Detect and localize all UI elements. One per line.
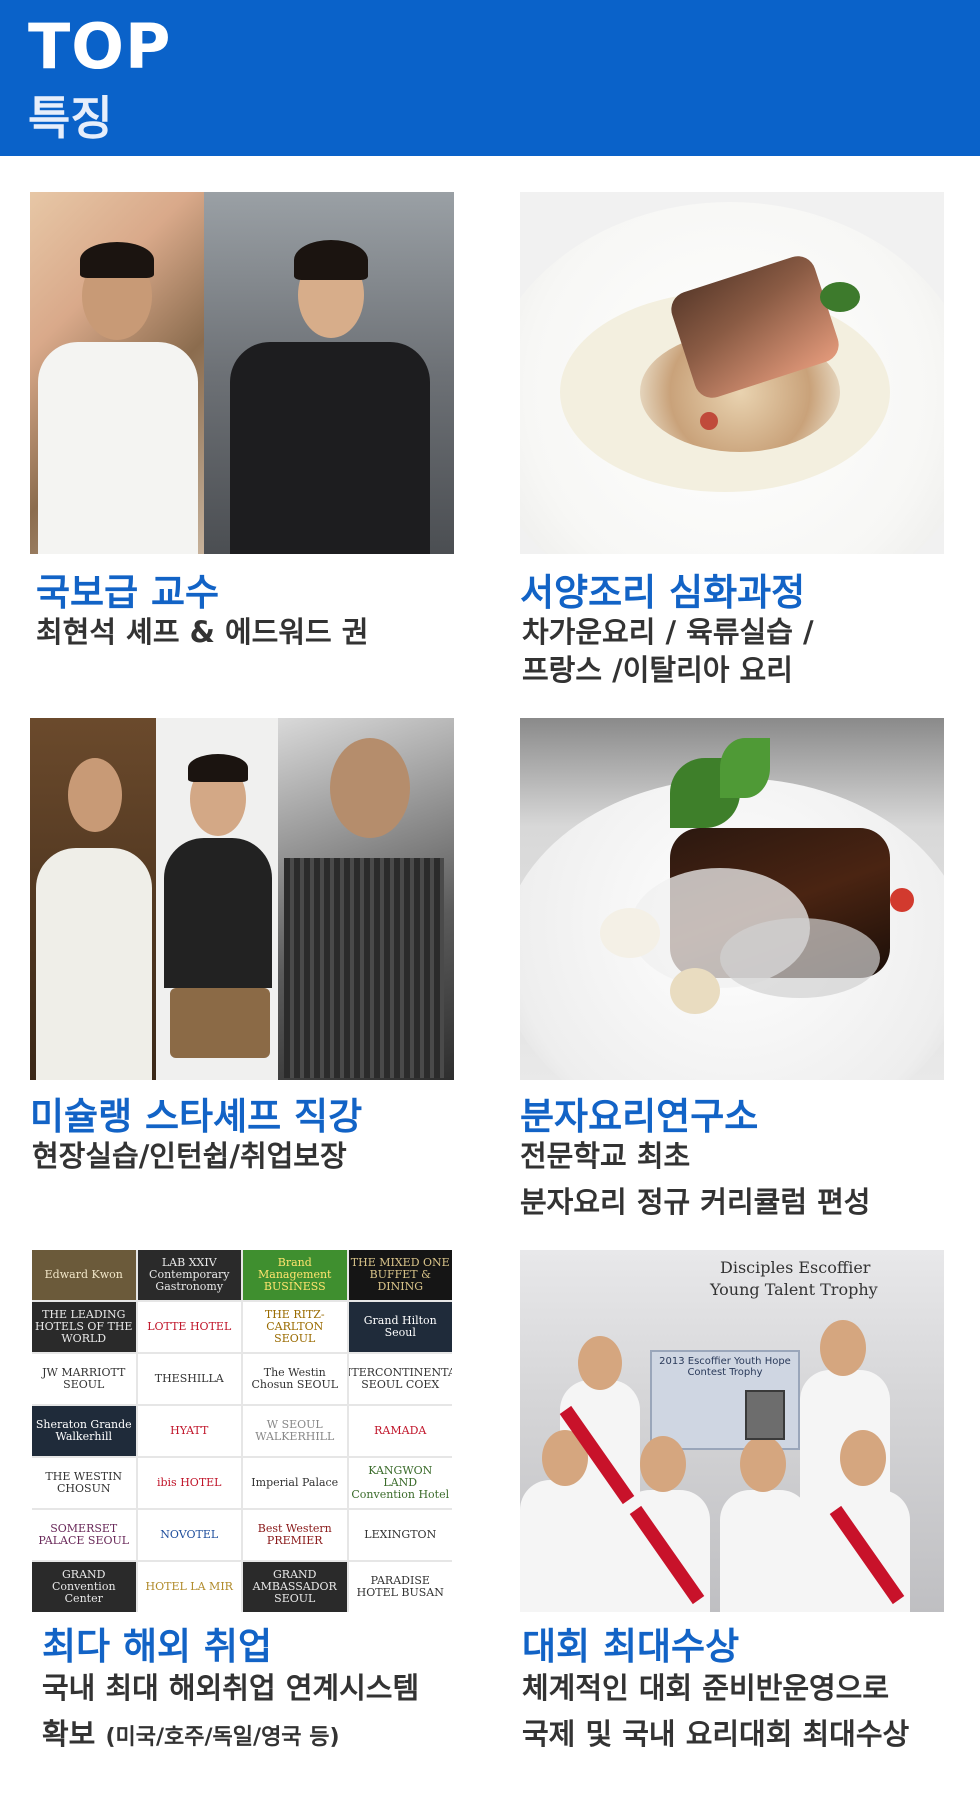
hotel-logo: NOVOTEL: [137, 1510, 241, 1560]
hotel-logo: THE LEADING HOTELS OF THE WORLD: [32, 1302, 136, 1352]
hotel-logo: HYATT: [137, 1406, 241, 1456]
photo-sign-text: Disciples Escoffier: [720, 1258, 871, 1277]
hotel-logo: GRAND Convention Center: [32, 1562, 136, 1612]
header-subtitle: 특징: [28, 91, 113, 145]
hotel-logo: LEXINGTON: [348, 1510, 452, 1560]
hotel-logo: THE RITZ-CARLTON SEOUL: [243, 1302, 347, 1352]
hotel-logo: The Westin Chosun SEOUL: [243, 1354, 347, 1404]
molecular-dish-photo: [520, 718, 944, 1080]
card-desc-line: 국제 및 국내 요리대회 최대수상: [522, 1717, 910, 1751]
hotel-logo: THESHILLA: [137, 1354, 241, 1404]
desc-countries: (미국/호주/독일/영국 등): [105, 1725, 340, 1750]
michelin-chefs-photo: [30, 718, 454, 1080]
hotel-logo: Best Western PREMIER: [243, 1510, 347, 1560]
page-header: TOP 특징: [0, 0, 980, 156]
hotel-logo: Grand Hilton Seoul: [348, 1302, 452, 1352]
card-desc-line: 확보 (미국/호주/독일/영국 등): [42, 1712, 340, 1760]
salmon-dish-photo: [520, 192, 944, 554]
hotel-logo: INTERCONTINENTAL SEOUL COEX: [348, 1354, 452, 1404]
competition-group-photo: Disciples Escoffier Young Talent Trophy …: [520, 1250, 944, 1612]
hotel-logo: GRAND AMBASSADOR SEOUL: [243, 1562, 347, 1612]
hotel-logo: W SEOUL WALKERHILL: [243, 1406, 347, 1456]
card-desc-line: 현장실습/인턴쉽/취업보장: [32, 1139, 347, 1173]
card-title: 최다 해외 취업: [42, 1625, 273, 1668]
hotel-logo: PARADISE HOTEL BUSAN: [348, 1562, 452, 1612]
hotel-logo: RAMADA: [348, 1406, 452, 1456]
hotel-logo: KANGWON LAND Convention Hotel: [348, 1458, 452, 1508]
hotel-logo: HOTEL LA MIR: [137, 1562, 241, 1612]
hotel-logo: LOTTE HOTEL: [137, 1302, 241, 1352]
hotel-logo: Brand Management BUSINESS: [243, 1250, 347, 1300]
header-title: TOP: [28, 10, 172, 83]
card-title: 분자요리연구소: [520, 1095, 759, 1138]
card-desc-line: 최현석 셰프 & 에드워드 권: [36, 615, 369, 649]
card-title: 국보급 교수: [36, 571, 220, 614]
chefs-photo: [30, 192, 454, 554]
card-title: 서양조리 심화과정: [520, 571, 806, 614]
hotel-logo: THE MIXED ONE BUFFET & DINING: [348, 1250, 452, 1300]
card-title: 미슐랭 스타셰프 직강: [30, 1095, 363, 1138]
hotel-logo: Imperial Palace: [243, 1458, 347, 1508]
hotel-logo: ibis HOTEL: [137, 1458, 241, 1508]
photo-sign-text: Young Talent Trophy: [710, 1280, 878, 1299]
hotel-logo: Edward Kwon: [32, 1250, 136, 1300]
hotel-logo: THE WESTIN CHOSUN: [32, 1458, 136, 1508]
card-title: 대회 최대수상: [522, 1625, 740, 1668]
hotel-logo: LAB XXIV Contemporary Gastronomy: [137, 1250, 241, 1300]
card-desc-line: 프랑스 /이탈리아 요리: [522, 653, 793, 687]
desc-main: 확보: [42, 1717, 106, 1751]
hotel-logo: SOMERSET PALACE SEOUL: [32, 1510, 136, 1560]
hotel-logo: Sheraton Grande Walkerhill: [32, 1406, 136, 1456]
hotel-logo: JW MARRIOTT SEOUL: [32, 1354, 136, 1404]
card-desc-line: 전문학교 최초: [520, 1139, 691, 1173]
card-desc-line: 체계적인 대회 준비반운영으로: [522, 1671, 890, 1705]
card-desc-line: 국내 최대 해외취업 연계시스템: [42, 1671, 420, 1705]
card-desc-line: 분자요리 정규 커리큘럼 편성: [520, 1185, 871, 1219]
hotel-logos-grid: Edward Kwon LAB XXIV Contemporary Gastro…: [30, 1250, 454, 1612]
